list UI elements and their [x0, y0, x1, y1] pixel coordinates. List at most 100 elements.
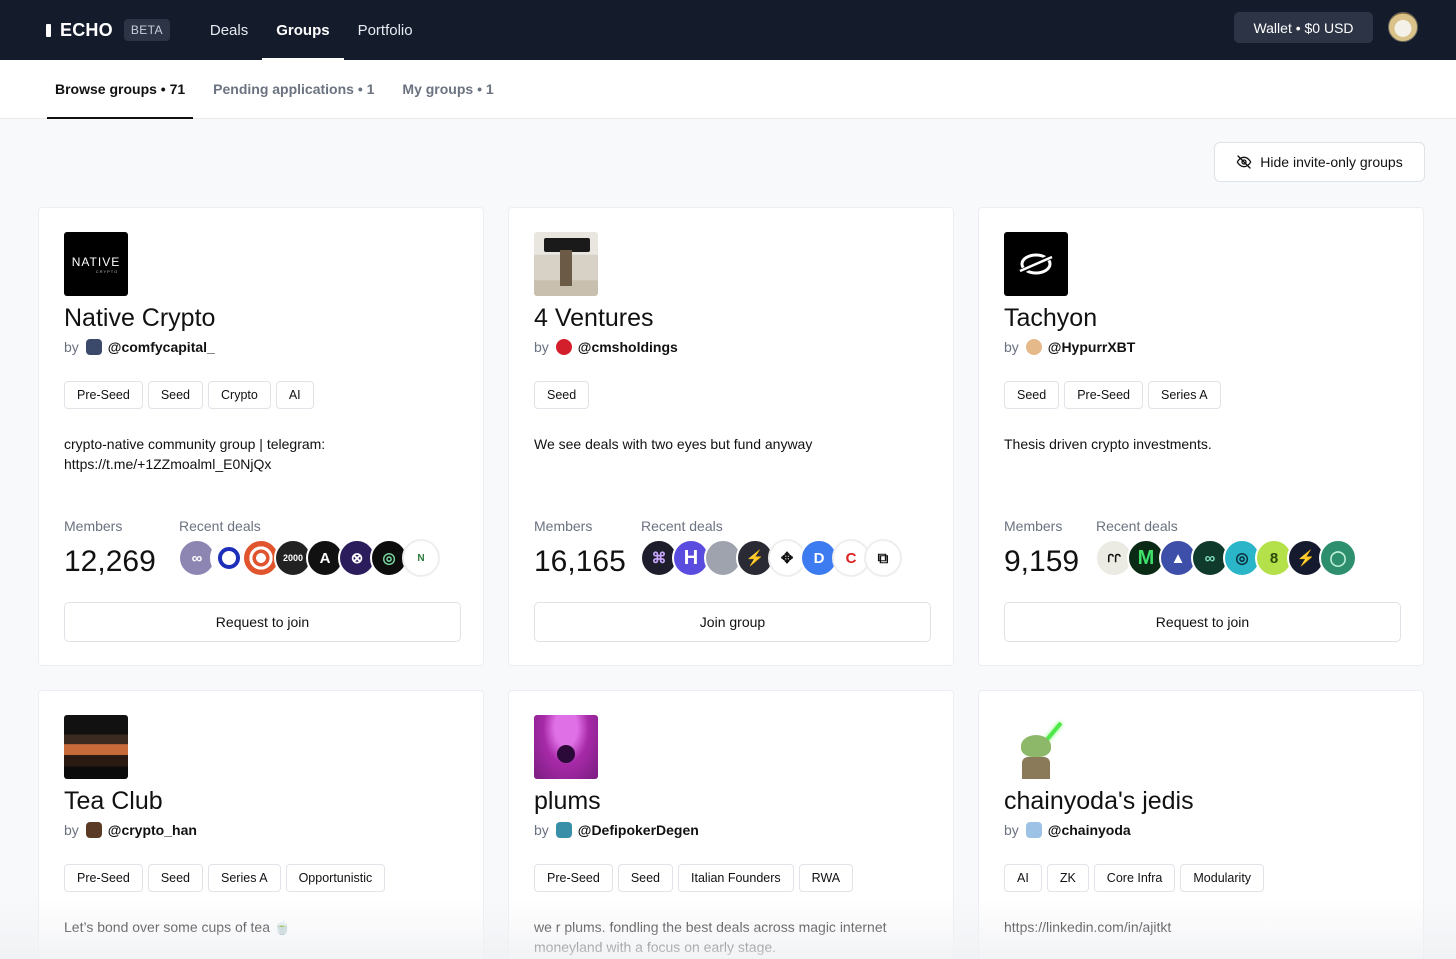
tag: Seed	[534, 381, 590, 409]
group-name[interactable]: Tea Club	[64, 787, 163, 816]
tag: ZK	[1046, 864, 1089, 892]
by-label: by	[1004, 339, 1019, 355]
tag-list: Pre-Seed Seed Crypto AI	[64, 381, 319, 409]
group-card[interactable]: NATIVE CRYPTO Native Crypto by @comfycap…	[38, 207, 484, 666]
group-name[interactable]: chainyoda's jedis	[1004, 787, 1194, 816]
hide-invite-only-label: Hide invite-only groups	[1260, 154, 1403, 170]
by-label: by	[1004, 822, 1019, 838]
tag: Pre-Seed	[64, 864, 143, 892]
tag: Italian Founders	[678, 864, 794, 892]
nav-deals[interactable]: Deals	[196, 0, 262, 60]
beta-badge: BETA	[123, 19, 170, 41]
by-label: by	[64, 822, 79, 838]
tag: Pre-Seed	[1064, 381, 1144, 409]
group-owner: by @comfycapital_	[64, 339, 215, 355]
main-nav: Deals Groups Portfolio	[196, 0, 427, 60]
group-name[interactable]: plums	[534, 787, 601, 816]
owner-handle[interactable]: @HypurrXBT	[1048, 339, 1136, 355]
tab-my-groups[interactable]: My groups • 1	[394, 60, 501, 118]
tag: Seed	[147, 381, 204, 409]
owner-handle[interactable]: @cmsholdings	[578, 339, 678, 355]
tag: RWA	[798, 864, 854, 892]
nav-groups[interactable]: Groups	[262, 0, 344, 60]
group-owner: by @cmsholdings	[534, 339, 678, 355]
tag: Core Infra	[1093, 864, 1176, 892]
owner-avatar	[85, 339, 102, 355]
logo-text: ECHO	[60, 19, 113, 40]
user-avatar[interactable]	[1388, 12, 1418, 42]
group-logo	[1004, 232, 1068, 296]
group-logo-wordmark: NATIVE	[71, 254, 121, 269]
tag: AI	[275, 381, 314, 409]
tag: Pre-Seed	[64, 381, 143, 409]
tag: Series A	[1148, 381, 1221, 409]
owner-avatar	[555, 339, 572, 355]
members-count: 12,269	[64, 545, 156, 578]
by-label: by	[64, 339, 79, 355]
group-name[interactable]: Native Crypto	[64, 304, 215, 333]
group-name[interactable]: 4 Ventures	[534, 304, 654, 333]
members-label: Members	[1004, 518, 1063, 534]
group-owner: by @chainyoda	[1004, 822, 1131, 838]
group-card[interactable]: Tea Club by @crypto_han Pre-Seed Seed Se…	[38, 690, 484, 959]
tag: Crypto	[208, 381, 271, 409]
group-logo-subtext: CRYPTO	[95, 268, 119, 274]
request-to-join-button[interactable]: Request to join	[64, 602, 461, 642]
tag-list: Pre-Seed Seed Series A Opportunistic	[64, 864, 390, 892]
tag-list: Seed	[534, 381, 594, 409]
group-card[interactable]: chainyoda's jedis by @chainyoda AI ZK Co…	[978, 690, 1424, 959]
recent-deals-list: ᒋᒋ M ▲ ∞ ◎ 8 ⚡ ◯	[1095, 539, 1357, 577]
owner-handle[interactable]: @comfycapital_	[108, 339, 215, 355]
group-logo	[64, 715, 128, 779]
top-navbar: ECHO BETA Deals Groups Portfolio Wallet …	[0, 0, 1456, 60]
echo-logo[interactable]: ECHO BETA	[46, 19, 170, 41]
owner-handle[interactable]: @DefipokerDegen	[578, 822, 699, 838]
tag: Seed	[147, 864, 204, 892]
group-logo: NATIVE CRYPTO	[64, 232, 128, 296]
owner-handle[interactable]: @chainyoda	[1048, 822, 1131, 838]
owner-avatar	[1025, 339, 1042, 355]
tag: Seed	[617, 864, 674, 892]
group-tabs: Browse groups • 71 Pending applications …	[0, 60, 1456, 119]
tachyon-logo-icon	[1016, 252, 1056, 276]
join-group-button[interactable]: Join group	[534, 602, 931, 642]
tag: AI	[1004, 864, 1042, 892]
recent-deals-list: ⌘ H ⚡ ✥ D C ⧉	[640, 539, 902, 577]
members-label: Members	[534, 518, 593, 534]
group-description: We see deals with two eyes but fund anyw…	[534, 436, 813, 452]
deal-logo[interactable]: ⧉	[864, 539, 902, 577]
group-owner: by @HypurrXBT	[1004, 339, 1135, 355]
deal-logo[interactable]: ◯	[1319, 539, 1357, 577]
owner-handle[interactable]: @crypto_han	[108, 822, 197, 838]
tag: Series A	[208, 864, 281, 892]
hide-invite-only-button[interactable]: Hide invite-only groups	[1214, 142, 1425, 182]
wallet-button[interactable]: Wallet • $0 USD	[1234, 12, 1373, 43]
owner-avatar	[1025, 822, 1042, 838]
deal-logo[interactable]: N	[402, 539, 440, 577]
tag: Modularity	[1180, 864, 1265, 892]
group-card[interactable]: 4 Ventures by @cmsholdings Seed We see d…	[508, 207, 954, 666]
by-label: by	[534, 822, 549, 838]
by-label: by	[534, 339, 549, 355]
group-name[interactable]: Tachyon	[1004, 304, 1097, 333]
group-description: we r plums. fondling the best deals acro…	[534, 919, 887, 955]
tab-pending-applications[interactable]: Pending applications • 1	[205, 60, 382, 118]
plum-icon	[557, 745, 575, 763]
group-description: crypto-native community group | telegram…	[64, 436, 326, 472]
group-owner: by @DefipokerDegen	[534, 822, 699, 838]
logo-mark-icon	[46, 23, 51, 37]
group-card[interactable]: plums by @DefipokerDegen Pre-Seed Seed I…	[508, 690, 954, 959]
group-card[interactable]: Tachyon by @HypurrXBT Seed Pre-Seed Seri…	[978, 207, 1424, 666]
tab-browse-groups[interactable]: Browse groups • 71	[47, 60, 194, 119]
group-description: https://linkedin.com/in/ajitkt	[1004, 919, 1172, 935]
recent-deals-label: Recent deals	[641, 518, 723, 534]
group-description: Thesis driven crypto investments.	[1004, 436, 1212, 452]
group-owner: by @crypto_han	[64, 822, 197, 838]
owner-avatar	[85, 822, 102, 838]
request-to-join-button[interactable]: Request to join	[1004, 602, 1401, 642]
members-count: 9,159	[1004, 545, 1080, 578]
owner-avatar	[555, 822, 572, 838]
group-description: Let’s bond over some cups of tea 🍵	[64, 919, 292, 935]
nav-portfolio[interactable]: Portfolio	[344, 0, 427, 60]
recent-deals-label: Recent deals	[1096, 518, 1178, 534]
